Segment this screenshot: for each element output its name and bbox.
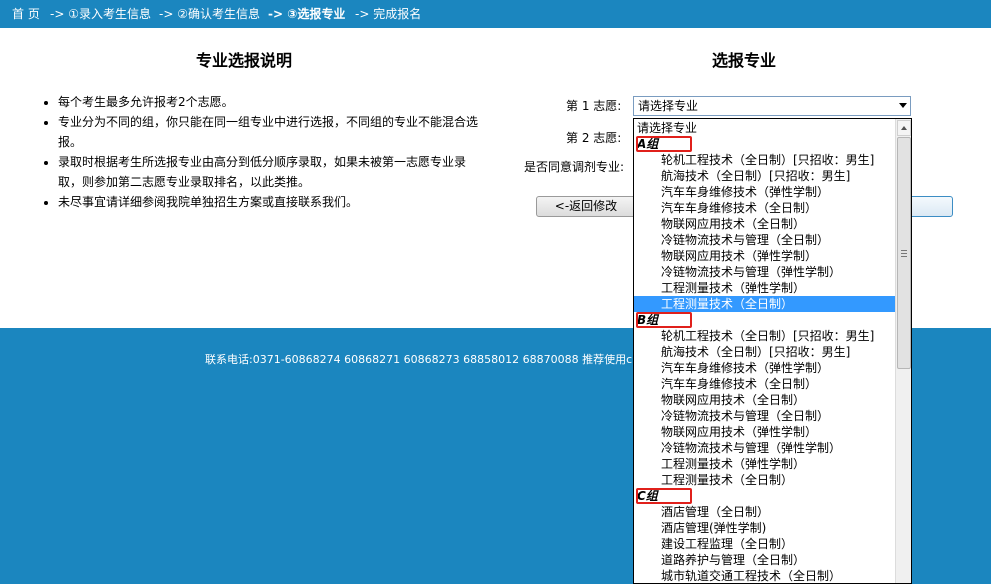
dropdown-option[interactable]: 物联网应用技术（全日制） [634, 216, 896, 232]
footer-contact: 联系电话:0371-60868274 60868271 60868273 688… [205, 353, 633, 366]
adjust-label: 是否同意调剂专业: [524, 160, 625, 174]
breadcrumb-step-3: -> ③选报专业 [268, 7, 346, 21]
dropdown-option[interactable]: 工程测量技术（全日制） [634, 472, 896, 488]
breadcrumb-step-1[interactable]: -> ①录入考生信息 [50, 0, 151, 28]
dropdown-option[interactable]: 工程测量技术（弹性学制） [634, 456, 896, 472]
dropdown-option[interactable]: 汽车车身维修技术（弹性学制） [634, 360, 896, 376]
instruction-item: 每个考生最多允许报考2个志愿。 [58, 92, 488, 112]
dropdown-option[interactable]: 航海技术（全日制）[只招收：男生] [634, 344, 896, 360]
select-major-title: 选报专业 [711, 51, 776, 70]
choice-1-select[interactable]: 请选择专业 [633, 96, 911, 116]
dropdown-option[interactable]: 城市轨道交通工程技术（全日制） [634, 568, 896, 583]
dropdown-option-placeholder[interactable]: 请选择专业 [634, 120, 896, 136]
dropdown-option[interactable]: 轮机工程技术（全日制）[只招收：男生] [634, 328, 896, 344]
breadcrumb-home[interactable]: 首 页 [12, 0, 40, 28]
major-dropdown-list[interactable]: 请选择专业 A组 轮机工程技术（全日制）[只招收：男生] 航海技术（全日制）[只… [633, 118, 912, 584]
dropdown-option[interactable]: 物联网应用技术（弹性学制） [634, 424, 896, 440]
instruction-item: 录取时根据考生所选报专业由高分到低分顺序录取，如果未被第一志愿专业录取，则参加第… [58, 152, 488, 192]
dropdown-option-highlighted[interactable]: 工程测量技术（全日制） [634, 296, 896, 312]
instruction-item: 专业分为不同的组，你只能在同一组专业中进行选报，不同组的专业不能混合选报。 [58, 112, 488, 152]
dropdown-option[interactable]: 道路养护与管理（全日制） [634, 552, 896, 568]
dropdown-option[interactable]: 汽车车身维修技术（弹性学制） [634, 184, 896, 200]
breadcrumb-step-4: -> 完成报名 [355, 7, 422, 21]
dropdown-option[interactable]: 汽车车身维修技术（全日制） [634, 200, 896, 216]
choice-2-label: 第 2 志愿: [566, 131, 622, 145]
group-highlight-box [636, 312, 692, 328]
breadcrumb-step-2[interactable]: -> ②确认考生信息 [159, 0, 260, 28]
breadcrumb: 首 页 -> ①录入考生信息 -> ②确认考生信息 -> ③选报专业 -> 完成… [0, 0, 991, 28]
choice-1-value: 请选择专业 [638, 99, 699, 113]
dropdown-option[interactable]: 酒店管理（全日制） [634, 504, 896, 520]
dropdown-option[interactable]: 物联网应用技术（全日制） [634, 392, 896, 408]
dropdown-option[interactable]: 冷链物流技术与管理（弹性学制） [634, 440, 896, 456]
back-button[interactable]: <-返回修改 [536, 196, 636, 217]
instruction-item: 未尽事宜请详细参阅我院单独招生方案或直接联系我们。 [58, 192, 488, 212]
dropdown-option[interactable]: 冷链物流技术与管理（全日制） [634, 408, 896, 424]
dropdown-option[interactable]: 航海技术（全日制）[只招收：男生] [634, 168, 896, 184]
dropdown-option[interactable]: 冷链物流技术与管理（弹性学制） [634, 264, 896, 280]
chevron-down-icon[interactable] [899, 103, 907, 108]
group-highlight-box [636, 488, 692, 504]
grip-line [901, 253, 907, 254]
choice-1-label: 第 1 志愿: [566, 99, 622, 113]
dropdown-option[interactable]: 轮机工程技术（全日制）[只招收：男生] [634, 152, 896, 168]
dropdown-option[interactable]: 汽车车身维修技术（全日制） [634, 376, 896, 392]
dropdown-option[interactable]: 冷链物流技术与管理（全日制） [634, 232, 896, 248]
dropdown-option[interactable]: 建设工程监理（全日制） [634, 536, 896, 552]
grip-line [901, 250, 907, 251]
scrollbar-thumb[interactable] [897, 137, 911, 369]
instructions-list: 每个考生最多允许报考2个志愿。 专业分为不同的组，你只能在同一组专业中进行选报，… [44, 92, 488, 212]
instructions-title: 专业选报说明 [195, 51, 292, 70]
scroll-up-arrow[interactable] [897, 120, 911, 136]
group-highlight-box [636, 136, 692, 152]
chevron-up-icon [901, 126, 907, 130]
grip-line [901, 256, 907, 257]
dropdown-scrollbar[interactable] [895, 119, 911, 583]
dropdown-option[interactable]: 工程测量技术（弹性学制） [634, 280, 896, 296]
dropdown-option[interactable]: 酒店管理(弹性学制) [634, 520, 896, 536]
dropdown-option[interactable]: 物联网应用技术（弹性学制） [634, 248, 896, 264]
